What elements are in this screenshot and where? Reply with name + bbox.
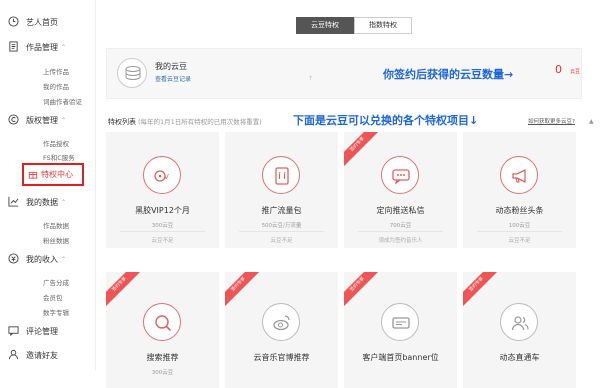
megaphone-icon — [500, 156, 538, 194]
caret-icon: ⌃ — [61, 198, 67, 206]
caret-icon: ⌃ — [61, 255, 67, 263]
users-icon — [500, 303, 538, 341]
card-meta: 700云豆 — [389, 223, 412, 229]
divider — [120, 231, 205, 232]
card-meta: 100云豆 — [508, 223, 531, 229]
cloud-unit: 云豆 — [570, 69, 581, 75]
card-status: 须成为签约音乐人 — [378, 238, 423, 244]
nav-digital-album[interactable]: 数字专辑 — [43, 307, 69, 317]
user-icon — [8, 349, 19, 360]
nav-copyright-manage[interactable]: 版权管理 ⌃ — [0, 110, 66, 130]
get-more-beans-link[interactable]: 如何获取更多云豆? — [528, 117, 575, 125]
tab-index-privilege[interactable]: 指数特权 — [354, 17, 412, 34]
annotation-top: 你签约后获得的云豆数量→ — [383, 68, 514, 81]
exclusive-ribbon: 签约专享 — [344, 272, 383, 310]
divider — [477, 231, 562, 232]
caret-icon: ⌃ — [61, 43, 67, 51]
copyright-icon — [8, 114, 19, 125]
card-name: 动态粉丝头条 — [495, 206, 544, 215]
coin-icon — [8, 253, 19, 264]
vinyl-icon: V — [143, 156, 181, 194]
nav-my-works[interactable]: 我的作品 — [43, 81, 69, 91]
chart-icon — [8, 196, 19, 207]
tab-cloud-privilege[interactable]: 云豆特权 — [296, 17, 354, 34]
exclusive-ribbon: 签约专享 — [344, 132, 383, 170]
nav-comment-manage[interactable]: 评论管理 — [0, 321, 58, 341]
privilege-card[interactable]: 动态粉丝头条 100云豆 云豆不足 — [463, 132, 576, 248]
banner-icon — [381, 303, 419, 341]
exclusive-ribbon: 签约专享 — [106, 272, 145, 310]
card-name: 云音乐官博推荐 — [253, 353, 310, 362]
card-name: 黑胶VIP12个月 — [135, 206, 190, 215]
nav-label: 我的收入 — [26, 254, 58, 264]
privilege-card[interactable]: 推广流量包 500云豆/万流量 云豆不足 — [225, 132, 338, 248]
nav-works-manage[interactable]: 作品管理 ⌃ — [0, 37, 66, 57]
nav-ad-share[interactable]: 广告分成 — [43, 277, 69, 287]
card-name: 动态直通车 — [499, 353, 540, 362]
card-name: 定向推送私信 — [376, 206, 425, 215]
cloud-bean-panel: 我的云豆 查看云豆记录 ↑ 你签约后获得的云豆数量→ 0 云豆 — [106, 48, 582, 99]
gift-icon — [28, 171, 38, 179]
card-meta: 300云豆 — [151, 370, 174, 376]
cloud-title: 我的云豆 — [155, 62, 187, 71]
message-icon — [381, 156, 419, 194]
card-meta: 300云豆 — [151, 223, 174, 229]
cloud-record-link[interactable]: 查看云豆记录 — [155, 74, 191, 83]
nav-works-data[interactable]: 作品数据 — [43, 220, 69, 230]
card-name: 客户端首页banner位 — [362, 353, 439, 362]
nav-upload-works[interactable]: 上传作品 — [43, 66, 69, 76]
weibo-icon — [262, 303, 300, 341]
card-name: 搜索推荐 — [146, 353, 179, 362]
caret-icon: ⌃ — [61, 116, 67, 124]
nav-label: 评论管理 — [26, 326, 58, 336]
privilege-card[interactable]: 签约专享 定向推送私信 700云豆 须成为签约音乐人 — [344, 132, 457, 248]
exclusive-ribbon: 签约专享 — [463, 272, 502, 310]
document-icon — [9, 41, 18, 52]
nav-label: 特权中心 — [41, 170, 73, 179]
nav-invite-friends[interactable]: 邀请好友 — [0, 345, 58, 365]
nav-label: 艺人首页 — [26, 17, 58, 27]
nav-label: 作品管理 — [26, 42, 58, 52]
clock-icon — [8, 16, 19, 27]
list-subtitle: (每年的1月1日所有特权的已用次数将重置) — [138, 118, 262, 126]
search-icon — [143, 303, 181, 341]
sidebar: 艺人首页 作品管理 ⌃ 上传作品 我的作品 词曲作者验证 版权管理 ⌃ 作品授权… — [0, 0, 96, 370]
divider — [358, 231, 443, 232]
phone-promo-icon — [262, 156, 300, 194]
privilege-card[interactable]: 签约专享 搜索推荐 300云豆 — [106, 272, 219, 388]
nav-songwriter-verify[interactable]: 词曲作者验证 — [43, 96, 82, 106]
privilege-card[interactable]: 签约专享 云音乐官博推荐 — [225, 272, 338, 388]
privilege-card[interactable]: 签约专享 客户端首页banner位 — [344, 272, 457, 388]
privilege-list-title: 特权列表 (每年的1月1日所有特权的已用次数将重置) — [108, 116, 262, 127]
coin-stack-icon — [117, 58, 147, 88]
cloud-value: 0 — [555, 63, 562, 76]
annotation-middle: 下面是云豆可以兑换的各个特权项目↓ — [293, 114, 479, 127]
nav-member-pack[interactable]: 会员包 — [43, 292, 63, 302]
divider — [239, 231, 324, 232]
comment-icon — [8, 326, 19, 336]
main-content: 云豆特权 指数特权 我的云豆 查看云豆记录 ↑ 你签约后获得的云豆数量→ 0 云… — [100, 0, 600, 388]
card-status: 云豆不足 — [508, 238, 531, 244]
list-title-text: 特权列表 — [108, 118, 136, 126]
svg-text:V: V — [164, 173, 169, 181]
nav-artist-home[interactable]: 艺人首页 — [0, 12, 58, 32]
nav-label: 邀请好友 — [26, 350, 58, 360]
nav-label: 我的数据 — [26, 197, 58, 207]
nav-works-license[interactable]: 作品授权 — [43, 138, 69, 148]
nav-fs-service[interactable]: FS和C服务 — [43, 152, 75, 162]
nav-my-income[interactable]: 我的收入 ⌃ — [0, 249, 66, 269]
privilege-card[interactable]: V 黑胶VIP12个月 300云豆 云豆不足 — [106, 132, 219, 248]
tab-bar: 云豆特权 指数特权 — [296, 17, 412, 34]
nav-label: 版权管理 — [26, 115, 58, 125]
nav-my-data[interactable]: 我的数据 ⌃ — [0, 192, 66, 212]
cursor-mark: ↑ — [308, 75, 314, 82]
card-status: 云豆不足 — [270, 238, 293, 244]
scroll-up-icon[interactable]: ▲ — [589, 118, 594, 125]
card-name: 推广流量包 — [261, 206, 302, 215]
card-meta: 500云豆/万流量 — [261, 223, 302, 229]
card-status: 云豆不足 — [151, 238, 174, 244]
nav-fans-data[interactable]: 粉丝数据 — [43, 235, 69, 245]
exclusive-ribbon: 签约专享 — [225, 272, 264, 310]
privilege-card[interactable]: 签约专享 动态直通车 — [463, 272, 576, 388]
